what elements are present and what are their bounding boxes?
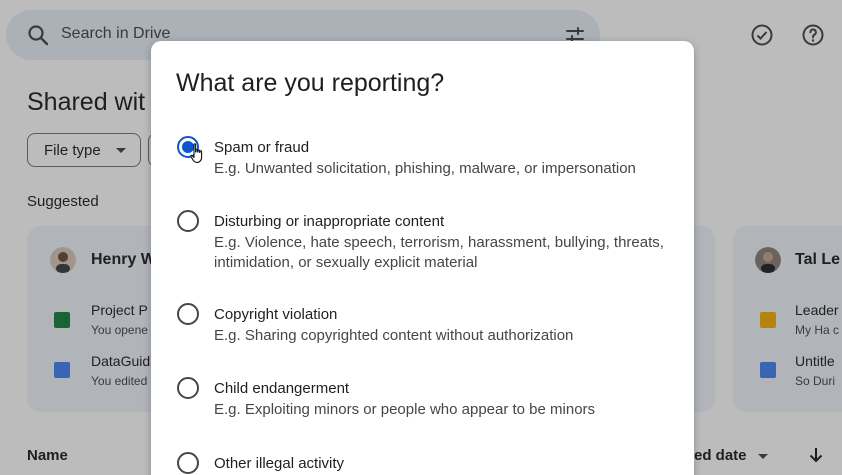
radio-button[interactable]	[177, 303, 199, 325]
radio-button[interactable]	[177, 210, 199, 232]
option-label: Other illegal activity	[214, 455, 345, 472]
option-label: Copyright violation	[214, 306, 338, 323]
option-description: E.g. Unwanted solicitation, phishing, ma…	[214, 160, 636, 177]
report-dialog: What are you reporting? Spam or fraud E.…	[151, 41, 694, 475]
option-description: E.g. Exploiting minors or people who app…	[214, 401, 596, 418]
radio-button[interactable]	[177, 377, 199, 399]
option-label: Disturbing or inappropriate content	[214, 213, 445, 230]
option-label: Spam or fraud	[214, 139, 310, 156]
dialog-title: What are you reporting?	[176, 69, 445, 97]
option-description: E.g. Violence, hate speech, terrorism, h…	[214, 234, 664, 271]
option-description: E.g. Sharing copyrighted content without…	[214, 327, 574, 344]
radio-button[interactable]	[177, 452, 199, 474]
radio-button-checked[interactable]	[177, 136, 199, 158]
option-label: Child endangerment	[214, 380, 350, 397]
